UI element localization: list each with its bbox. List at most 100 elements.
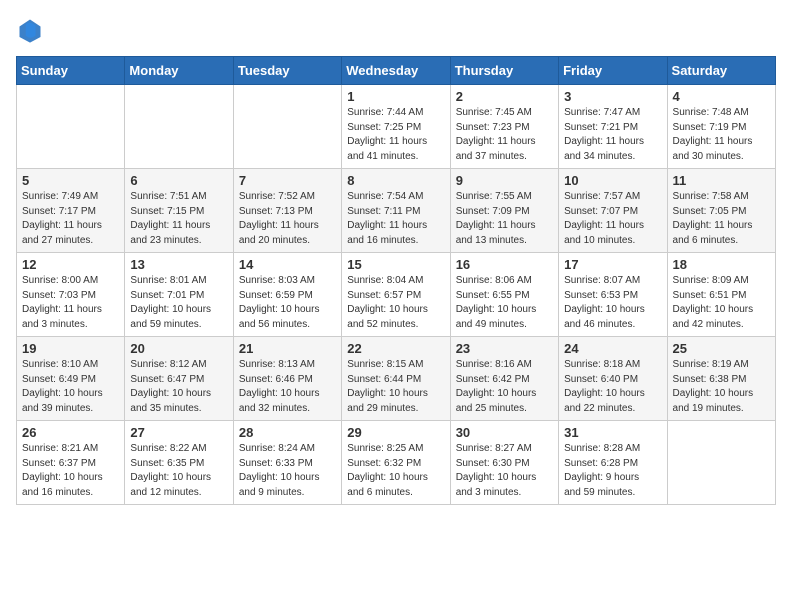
col-header-friday: Friday — [559, 57, 667, 85]
day-cell: 21Sunrise: 8:13 AMSunset: 6:46 PMDayligh… — [233, 337, 341, 421]
page-header — [16, 16, 776, 44]
day-number: 31 — [564, 425, 661, 440]
day-cell: 9 Sunrise: 7:55 AMSunset: 7:09 PMDaylight… — [450, 169, 558, 253]
day-number: 27 — [130, 425, 227, 440]
day-number: 22 — [347, 341, 444, 356]
day-info: Sunrise: 8:21 AMSunset: 6:37 PMDaylight:… — [22, 442, 119, 500]
day-number: 17 — [564, 257, 661, 272]
day-cell: 15 Sunrise: 8:04 AMSunset: 6:57 PMDayligh… — [342, 253, 450, 337]
day-cell: 1 Sunrise: 7:44 AMSunset: 7:25 PMDaylight… — [342, 85, 450, 169]
day-cell: 26 Sunrise: 8:21 AMSunset: 6:37 PMDayligh… — [17, 421, 125, 505]
day-cell: 3 Sunrise: 7:47 AMSunset: 7:21 PMDaylight… — [559, 85, 667, 169]
day-info: Sunrise: 8:10 AMSunset: 6:49 PMDaylight:… — [22, 358, 119, 416]
day-info: Sunrise: 7:48 AMSunset: 7:19 PMDaylight:… — [673, 106, 770, 164]
day-info: Sunrise: 8:12 AMSunset: 6:47 PMDaylight:… — [130, 358, 227, 416]
logo — [16, 16, 48, 44]
day-cell: 25 Sunrise: 8:19 AMSunset: 6:38 PMDayligh… — [667, 337, 775, 421]
day-number: 8 — [347, 173, 444, 188]
week-row-4: 19Sunrise: 8:10 AMSunset: 6:49 PMDayligh… — [17, 337, 776, 421]
day-cell: 24 Sunrise: 8:18 AMSunset: 6:40 PMDayligh… — [559, 337, 667, 421]
day-info: Sunrise: 8:00 AMSunset: 7:03 PMDaylight:… — [22, 274, 119, 332]
day-cell: 20 Sunrise: 8:12 AMSunset: 6:47 PMDayligh… — [125, 337, 233, 421]
day-cell: 6Sunrise: 7:51 AMSunset: 7:15 PMDaylight… — [125, 169, 233, 253]
day-number: 3 — [564, 89, 661, 104]
day-cell: 28Sunrise: 8:24 AMSunset: 6:33 PMDayligh… — [233, 421, 341, 505]
day-info: Sunrise: 7:58 AMSunset: 7:05 PMDaylight:… — [673, 190, 770, 248]
day-cell — [233, 85, 341, 169]
day-cell: 23 Sunrise: 8:16 AMSunset: 6:42 PMDayligh… — [450, 337, 558, 421]
day-number: 15 — [347, 257, 444, 272]
col-header-sunday: Sunday — [17, 57, 125, 85]
day-number: 30 — [456, 425, 553, 440]
day-cell: 4 Sunrise: 7:48 AMSunset: 7:19 PMDaylight… — [667, 85, 775, 169]
day-info: Sunrise: 8:24 AMSunset: 6:33 PMDaylight:… — [239, 442, 336, 500]
day-info: Sunrise: 7:49 AMSunset: 7:17 PMDaylight:… — [22, 190, 119, 248]
day-number: 11 — [673, 173, 770, 188]
day-cell: 7 Sunrise: 7:52 AMSunset: 7:13 PMDaylight… — [233, 169, 341, 253]
week-row-5: 26 Sunrise: 8:21 AMSunset: 6:37 PMDayligh… — [17, 421, 776, 505]
day-cell: 5 Sunrise: 7:49 AMSunset: 7:17 PMDaylight… — [17, 169, 125, 253]
day-number: 4 — [673, 89, 770, 104]
day-cell: 11 Sunrise: 7:58 AMSunset: 7:05 PMDayligh… — [667, 169, 775, 253]
day-info: Sunrise: 7:44 AMSunset: 7:25 PMDaylight:… — [347, 106, 444, 164]
day-number: 23 — [456, 341, 553, 356]
day-cell — [17, 85, 125, 169]
day-number: 7 — [239, 173, 336, 188]
day-cell: 19Sunrise: 8:10 AMSunset: 6:49 PMDayligh… — [17, 337, 125, 421]
day-number: 10 — [564, 173, 661, 188]
day-info: Sunrise: 8:13 AMSunset: 6:46 PMDaylight:… — [239, 358, 336, 416]
day-info: Sunrise: 8:16 AMSunset: 6:42 PMDaylight:… — [456, 358, 553, 416]
day-number: 24 — [564, 341, 661, 356]
day-info: Sunrise: 8:18 AMSunset: 6:40 PMDaylight:… — [564, 358, 661, 416]
day-number: 16 — [456, 257, 553, 272]
day-info: Sunrise: 8:27 AMSunset: 6:30 PMDaylight:… — [456, 442, 553, 500]
week-row-3: 12Sunrise: 8:00 AMSunset: 7:03 PMDayligh… — [17, 253, 776, 337]
day-cell: 31 Sunrise: 8:28 AMSunset: 6:28 PMDayligh… — [559, 421, 667, 505]
col-header-wednesday: Wednesday — [342, 57, 450, 85]
day-number: 25 — [673, 341, 770, 356]
day-number: 13 — [130, 257, 227, 272]
day-info: Sunrise: 8:22 AMSunset: 6:35 PMDaylight:… — [130, 442, 227, 500]
day-info: Sunrise: 8:09 AMSunset: 6:51 PMDaylight:… — [673, 274, 770, 332]
col-header-monday: Monday — [125, 57, 233, 85]
day-info: Sunrise: 7:52 AMSunset: 7:13 PMDaylight:… — [239, 190, 336, 248]
logo-icon — [16, 16, 44, 44]
day-info: Sunrise: 8:06 AMSunset: 6:55 PMDaylight:… — [456, 274, 553, 332]
day-cell: 17 Sunrise: 8:07 AMSunset: 6:53 PMDayligh… — [559, 253, 667, 337]
calendar-table: SundayMondayTuesdayWednesdayThursdayFrid… — [16, 56, 776, 505]
day-number: 14 — [239, 257, 336, 272]
day-info: Sunrise: 7:54 AMSunset: 7:11 PMDaylight:… — [347, 190, 444, 248]
day-number: 5 — [22, 173, 119, 188]
day-number: 6 — [130, 173, 227, 188]
day-cell: 22Sunrise: 8:15 AMSunset: 6:44 PMDayligh… — [342, 337, 450, 421]
week-row-1: 1 Sunrise: 7:44 AMSunset: 7:25 PMDaylight… — [17, 85, 776, 169]
day-number: 2 — [456, 89, 553, 104]
day-info: Sunrise: 7:57 AMSunset: 7:07 PMDaylight:… — [564, 190, 661, 248]
day-cell — [125, 85, 233, 169]
day-number: 20 — [130, 341, 227, 356]
day-cell: 8 Sunrise: 7:54 AMSunset: 7:11 PMDaylight… — [342, 169, 450, 253]
day-number: 9 — [456, 173, 553, 188]
day-cell: 29Sunrise: 8:25 AMSunset: 6:32 PMDayligh… — [342, 421, 450, 505]
day-info: Sunrise: 7:55 AMSunset: 7:09 PMDaylight:… — [456, 190, 553, 248]
day-cell: 2 Sunrise: 7:45 AMSunset: 7:23 PMDaylight… — [450, 85, 558, 169]
day-cell: 13 Sunrise: 8:01 AMSunset: 7:01 PMDayligh… — [125, 253, 233, 337]
day-info: Sunrise: 8:07 AMSunset: 6:53 PMDaylight:… — [564, 274, 661, 332]
header-row: SundayMondayTuesdayWednesdayThursdayFrid… — [17, 57, 776, 85]
day-info: Sunrise: 7:47 AMSunset: 7:21 PMDaylight:… — [564, 106, 661, 164]
day-number: 29 — [347, 425, 444, 440]
day-info: Sunrise: 8:28 AMSunset: 6:28 PMDaylight:… — [564, 442, 661, 500]
day-number: 1 — [347, 89, 444, 104]
day-info: Sunrise: 8:04 AMSunset: 6:57 PMDaylight:… — [347, 274, 444, 332]
day-info: Sunrise: 8:01 AMSunset: 7:01 PMDaylight:… — [130, 274, 227, 332]
col-header-saturday: Saturday — [667, 57, 775, 85]
day-cell — [667, 421, 775, 505]
day-cell: 16 Sunrise: 8:06 AMSunset: 6:55 PMDayligh… — [450, 253, 558, 337]
day-info: Sunrise: 8:03 AMSunset: 6:59 PMDaylight:… — [239, 274, 336, 332]
day-number: 26 — [22, 425, 119, 440]
day-info: Sunrise: 8:19 AMSunset: 6:38 PMDaylight:… — [673, 358, 770, 416]
day-cell: 30 Sunrise: 8:27 AMSunset: 6:30 PMDayligh… — [450, 421, 558, 505]
day-number: 18 — [673, 257, 770, 272]
day-info: Sunrise: 7:45 AMSunset: 7:23 PMDaylight:… — [456, 106, 553, 164]
day-cell: 27 Sunrise: 8:22 AMSunset: 6:35 PMDayligh… — [125, 421, 233, 505]
